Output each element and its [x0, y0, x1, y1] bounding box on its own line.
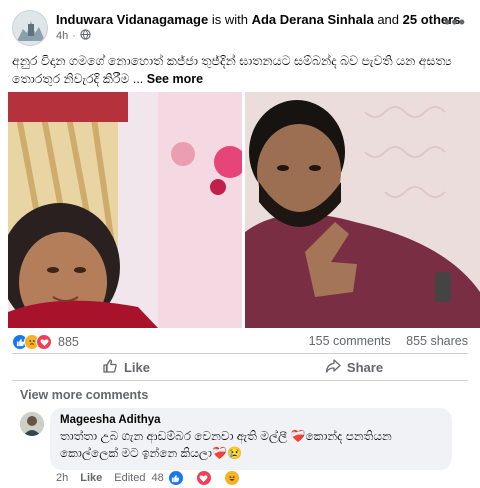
photo-woman[interactable]	[8, 92, 242, 328]
like-label: Like	[123, 359, 150, 375]
see-more-link[interactable]: See more	[147, 72, 203, 86]
post-author-line: Induwara Vidanagamage is with Ada Derana…	[56, 12, 464, 27]
globe-icon	[80, 29, 91, 43]
divider	[12, 380, 468, 381]
commenter-avatar[interactable]	[20, 412, 44, 436]
reaction-stats: 885 155 comments 855 shares	[12, 334, 468, 354]
laugh-reaction-icon	[223, 470, 240, 486]
share-label: Share	[346, 359, 384, 375]
comment-reaction-count: 48	[151, 472, 164, 484]
comments-count[interactable]: 155 comments	[309, 334, 391, 348]
reactions-summary[interactable]: 885	[12, 334, 79, 350]
comment-share-counts: 155 comments 855 shares	[309, 334, 468, 348]
comment-bubble: Mageesha Adithya තාත්තා උබ ගැන ආඩම්බර වෙ…	[50, 408, 452, 470]
thumbs-up-icon	[102, 358, 118, 377]
comment-time[interactable]: 2h	[56, 472, 68, 484]
divider	[12, 353, 468, 354]
reaction-count[interactable]: 885	[58, 335, 79, 349]
love-reaction-icon	[195, 470, 212, 486]
facebook-post: Induwara Vidanagamage is with Ada Derana…	[0, 0, 480, 488]
share-icon	[325, 358, 341, 377]
post-caption: අනුර විදාන ගමගේ නොහොත් කජ්ජා තුජ්දින් ඝා…	[12, 52, 468, 88]
commenter-name[interactable]: Mageesha Adithya	[60, 414, 442, 426]
post-time[interactable]: 4h	[56, 30, 68, 42]
post-actions: Like Share	[12, 356, 468, 378]
comment-meta: 2h Like Edited 48	[56, 470, 264, 486]
comment-reactions[interactable]: 48	[151, 470, 251, 486]
like-button[interactable]: Like	[12, 356, 240, 378]
comment-like-button[interactable]: Like	[80, 472, 102, 484]
post-meta: 4h ·	[56, 29, 91, 43]
with-text: is with	[211, 12, 248, 27]
view-more-comments-link[interactable]: View more comments	[20, 388, 148, 402]
comment-edited-label: Edited	[114, 472, 146, 484]
love-reaction-icon	[36, 334, 52, 350]
caption-text: අනුර විදාන ගමගේ නොහොත් කජ්ජා තුජ්දින් ඝා…	[12, 54, 452, 86]
like-reaction-icon	[167, 470, 184, 486]
photo-man[interactable]	[245, 92, 480, 328]
and-text: and	[377, 12, 400, 27]
share-button[interactable]: Share	[240, 356, 468, 378]
comment-text: තාත්තා උබ ගැන ආඩම්බර වෙනවා ඇති මල්ලී ❤️‍…	[60, 429, 392, 460]
author-avatar[interactable]	[12, 10, 48, 46]
more-options-icon[interactable]: •••	[444, 12, 466, 33]
dot-separator: ·	[72, 30, 76, 42]
shares-count[interactable]: 855 shares	[406, 334, 468, 348]
post-header: Induwara Vidanagamage is with Ada Derana…	[12, 10, 468, 46]
tagged-page[interactable]: Ada Derana Sinhala	[252, 12, 374, 27]
author-name[interactable]: Induwara Vidanagamage	[56, 12, 208, 27]
post-media[interactable]	[0, 92, 480, 328]
